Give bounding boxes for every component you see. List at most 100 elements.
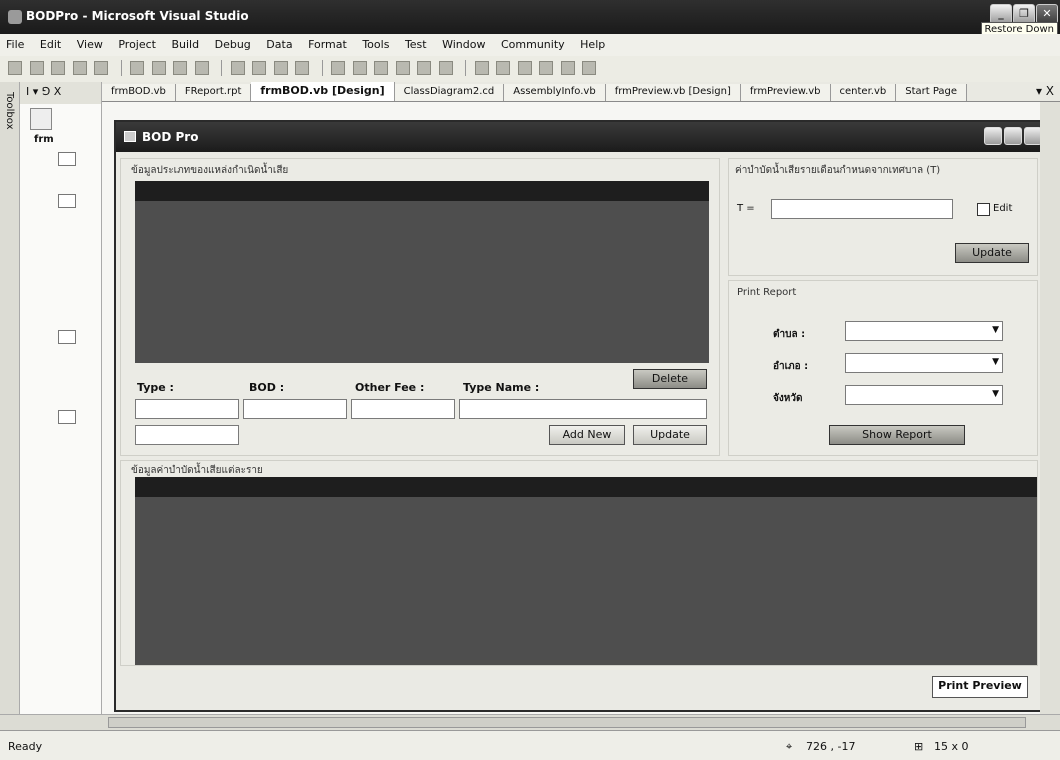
redo-icon[interactable]	[295, 61, 309, 75]
menu-file[interactable]: File	[0, 34, 30, 51]
other-fee-field[interactable]	[351, 399, 455, 419]
class-view-icon[interactable]	[560, 61, 575, 75]
form-minimize-icon	[984, 127, 1002, 145]
bod-field[interactable]	[243, 399, 347, 419]
chevron-down-icon: ▼	[992, 325, 999, 335]
designer-horizontal-scrollbar[interactable]	[0, 714, 1060, 730]
menu-data[interactable]: Data	[260, 34, 298, 51]
tab-frmpreview-vb[interactable]: frmPreview.vb	[740, 84, 831, 101]
menu-community[interactable]: Community	[495, 34, 571, 51]
step-over-icon[interactable]	[417, 61, 431, 75]
form-title: BOD Pro	[142, 130, 199, 144]
comment-icon[interactable]	[230, 61, 245, 75]
position-icon: ⌖	[786, 740, 793, 753]
new-project-icon[interactable]	[8, 61, 22, 75]
bod-pro-form[interactable]: BOD Pro ข้อมูลประเภทของแหล่งกำเนิดน้ำเสี…	[114, 120, 1044, 712]
amphoe-select[interactable]: ▼	[845, 353, 1003, 373]
close-button[interactable]: ✕	[1036, 4, 1058, 24]
toolbar-separator	[321, 60, 323, 76]
stop-icon[interactable]	[374, 61, 388, 75]
menu-format[interactable]: Format	[302, 34, 353, 51]
find-icon[interactable]	[194, 61, 209, 75]
designer-vertical-scrollbar[interactable]	[1040, 102, 1060, 714]
step-out-icon[interactable]	[438, 61, 453, 75]
tree-node[interactable]	[58, 152, 76, 166]
tree-node[interactable]	[58, 194, 76, 208]
bod-label: BOD :	[249, 381, 285, 394]
tab-frmpreview-design[interactable]: frmPreview.vb [Design]	[605, 84, 741, 101]
delete-button[interactable]: Delete	[633, 369, 707, 389]
tree-node[interactable]	[58, 410, 76, 424]
window-title: BODPro - Microsoft Visual Studio	[26, 9, 249, 23]
open-file-icon[interactable]	[51, 61, 65, 75]
properties-icon[interactable]	[496, 61, 510, 75]
outline-toolbar-icon[interactable]	[30, 108, 52, 130]
tab-frmbod-vb[interactable]: frmBOD.vb	[102, 84, 176, 101]
tree-node[interactable]	[58, 330, 76, 344]
copy-icon[interactable]	[151, 61, 166, 75]
horizontal-scroll-thumb[interactable]	[108, 717, 1026, 728]
solution-explorer-icon[interactable]	[474, 61, 489, 75]
document-outline-panel: Ӏ ▾ ⅁ X frm	[20, 82, 102, 714]
menu-project[interactable]: Project	[112, 34, 162, 51]
t-label: T =	[737, 203, 755, 214]
tambon-select[interactable]: ▼	[845, 321, 1003, 341]
tab-assemblyinfo[interactable]: AssemblyInfo.vb	[504, 84, 606, 101]
province-label: จังหวัด	[773, 393, 803, 404]
size-icon: ⊞	[914, 740, 924, 753]
object-browser-icon[interactable]	[517, 61, 532, 75]
toolbox-label[interactable]: Toolbox	[4, 92, 15, 130]
menu-view[interactable]: View	[71, 34, 109, 51]
menu-window[interactable]: Window	[436, 34, 491, 51]
group-monthly-fee-t[interactable]: ค่าบำบัดน้ำเสียรายเดือนกำหนดจากเทศบาล (T…	[728, 158, 1038, 276]
type-label: Type :	[137, 381, 174, 394]
tab-frmbod-design[interactable]: frmBOD.vb [Design]	[251, 82, 395, 101]
tab-classdiagram2[interactable]: ClassDiagram2.cd	[394, 84, 505, 101]
show-report-button[interactable]: Show Report	[829, 425, 965, 445]
outline-root-label[interactable]: frm	[34, 134, 54, 145]
add-item-icon[interactable]	[29, 61, 44, 75]
start-debug-icon[interactable]	[331, 61, 345, 75]
fees-datagrid[interactable]	[135, 477, 1037, 665]
update-button[interactable]: Update	[633, 425, 707, 445]
tab-freport-rpt[interactable]: FReport.rpt	[175, 84, 252, 101]
menu-edit[interactable]: Edit	[34, 34, 67, 51]
type-name-field[interactable]	[459, 399, 707, 419]
group-print-report[interactable]: Print Report ตำบล : ▼ อำเภอ : ▼ จังหวัด …	[728, 280, 1038, 456]
outline-header[interactable]: Ӏ ▾ ⅁ X	[20, 82, 101, 104]
print-preview-button[interactable]: Print Preview	[932, 676, 1028, 698]
menu-test[interactable]: Test	[399, 34, 433, 51]
group-fees[interactable]: ข้อมูลค่าบำบัดน้ำเสียแต่ละราย	[120, 460, 1038, 666]
province-select[interactable]: ▼	[845, 385, 1003, 405]
menu-tools[interactable]: Tools	[356, 34, 395, 51]
save-icon[interactable]	[72, 61, 87, 75]
minimize-button[interactable]: _	[990, 4, 1012, 24]
group-wastewater-types[interactable]: ข้อมูลประเภทของแหล่งกำเนิดน้ำเสีย Delete…	[120, 158, 720, 456]
restore-button[interactable]: ❐	[1013, 4, 1035, 24]
paste-icon[interactable]	[173, 61, 187, 75]
pause-icon[interactable]	[352, 61, 367, 75]
save-all-icon[interactable]	[94, 61, 108, 75]
edit-checkbox[interactable]	[977, 203, 990, 216]
step-into-icon[interactable]	[395, 61, 410, 75]
t-field[interactable]	[771, 199, 953, 219]
types-datagrid[interactable]	[135, 181, 709, 363]
uncomment-icon[interactable]	[252, 61, 266, 75]
start-page-icon[interactable]	[582, 61, 596, 75]
menu-debug[interactable]: Debug	[209, 34, 257, 51]
cut-icon[interactable]	[130, 61, 144, 75]
menu-build[interactable]: Build	[165, 34, 205, 51]
type-field[interactable]	[135, 399, 239, 419]
tab-center-vb[interactable]: center.vb	[830, 84, 897, 101]
toolbox-strip[interactable]: Toolbox	[0, 82, 20, 730]
extra-field[interactable]	[135, 425, 239, 445]
toolbox-icon[interactable]	[539, 61, 553, 75]
add-new-button[interactable]: Add New	[549, 425, 625, 445]
menu-help[interactable]: Help	[574, 34, 611, 51]
update-t-button[interactable]: Update	[955, 243, 1029, 263]
fees-datagrid-header	[135, 477, 1037, 497]
tab-close-icon[interactable]: ▾ X	[1036, 84, 1054, 98]
tab-start-page[interactable]: Start Page	[896, 84, 968, 101]
undo-icon[interactable]	[273, 61, 288, 75]
types-datagrid-header	[135, 181, 709, 201]
